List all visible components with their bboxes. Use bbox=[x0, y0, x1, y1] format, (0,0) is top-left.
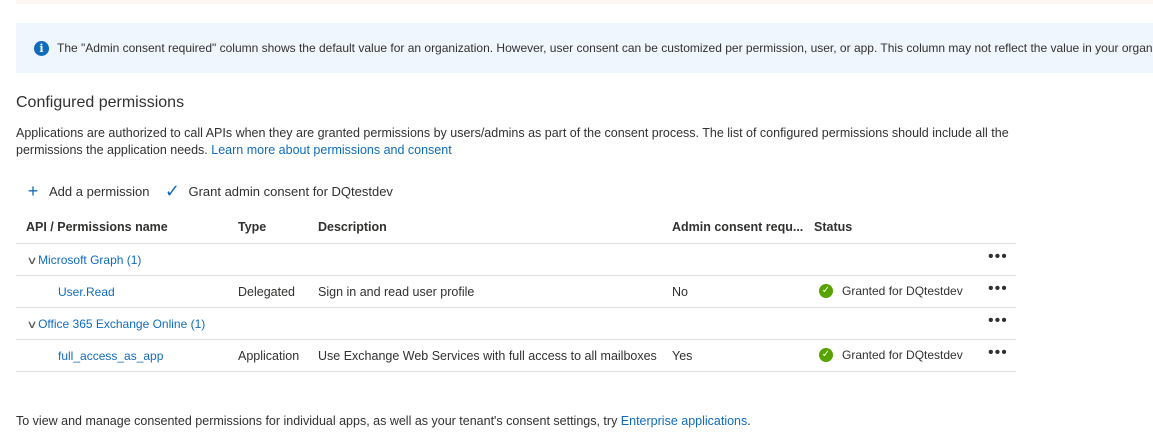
info-banner-text: The "Admin consent required" column show… bbox=[57, 41, 1153, 55]
chevron-down-icon: ∨ bbox=[26, 319, 38, 331]
section-description-text: Applications are authorized to call APIs… bbox=[16, 126, 1009, 157]
check-circle-icon: ✓ bbox=[819, 348, 833, 362]
add-permission-button[interactable]: + Add a permission bbox=[24, 181, 150, 201]
status-badge: ✓ Granted for DQtestdev bbox=[819, 284, 963, 298]
permissions-table: API / Permissions name Type Description … bbox=[16, 212, 1016, 372]
footer-note: To view and manage consented permissions… bbox=[16, 414, 751, 428]
group-name[interactable]: Microsoft Graph (1) bbox=[38, 253, 141, 267]
table-row: full_access_as_app Application Use Excha… bbox=[16, 340, 1016, 372]
group-row-office-365-exchange[interactable]: ∨Office 365 Exchange Online (1) ••• bbox=[16, 308, 1016, 340]
group-toggle[interactable]: ∨Office 365 Exchange Online (1) bbox=[26, 317, 205, 331]
permissions-toolbar: + Add a permission ✓ Grant admin consent… bbox=[24, 181, 407, 201]
footer-text: To view and manage consented permissions… bbox=[16, 414, 621, 428]
more-actions-icon[interactable]: ••• bbox=[988, 280, 1008, 298]
admin-consent-value: No bbox=[672, 285, 688, 299]
permission-description: Use Exchange Web Services with full acce… bbox=[318, 349, 657, 363]
table-header: API / Permissions name Type Description … bbox=[16, 212, 1016, 244]
group-toggle[interactable]: ∨Microsoft Graph (1) bbox=[26, 253, 141, 267]
header-description[interactable]: Description bbox=[318, 220, 387, 234]
admin-consent-value: Yes bbox=[672, 349, 693, 363]
group-row-microsoft-graph[interactable]: ∨Microsoft Graph (1) ••• bbox=[16, 244, 1016, 276]
permission-description: Sign in and read user profile bbox=[318, 285, 475, 299]
header-name[interactable]: API / Permissions name bbox=[26, 220, 168, 234]
permission-name-link[interactable]: User.Read bbox=[58, 285, 115, 299]
check-circle-icon: ✓ bbox=[819, 284, 833, 298]
header-admin-consent[interactable]: Admin consent requ... bbox=[672, 220, 803, 234]
section-title: Configured permissions bbox=[16, 94, 185, 111]
group-name[interactable]: Office 365 Exchange Online (1) bbox=[38, 317, 205, 331]
footer-end: . bbox=[747, 414, 751, 428]
status-badge: ✓ Granted for DQtestdev bbox=[819, 348, 963, 362]
plus-icon: + bbox=[27, 181, 39, 201]
header-type[interactable]: Type bbox=[238, 220, 266, 234]
grant-admin-consent-button[interactable]: ✓ Grant admin consent for DQtestdev bbox=[163, 181, 393, 201]
info-banner: i The "Admin consent required" column sh… bbox=[16, 23, 1153, 73]
enterprise-applications-link[interactable]: Enterprise applications bbox=[621, 414, 747, 428]
add-permission-label: Add a permission bbox=[49, 183, 150, 199]
checkmark-icon: ✓ bbox=[164, 181, 180, 201]
header-status[interactable]: Status bbox=[814, 220, 852, 234]
permission-type: Delegated bbox=[238, 285, 295, 299]
more-actions-icon[interactable]: ••• bbox=[988, 312, 1008, 330]
table-row: User.Read Delegated Sign in and read use… bbox=[16, 276, 1016, 308]
status-text: Granted for DQtestdev bbox=[842, 284, 963, 298]
permission-name-link[interactable]: full_access_as_app bbox=[58, 349, 163, 363]
permission-type: Application bbox=[238, 349, 300, 363]
section-description: Applications are authorized to call APIs… bbox=[16, 125, 1016, 159]
chevron-down-icon: ∨ bbox=[26, 255, 38, 267]
more-actions-icon[interactable]: ••• bbox=[988, 248, 1008, 266]
grant-admin-consent-label: Grant admin consent for DQtestdev bbox=[188, 183, 393, 199]
status-text: Granted for DQtestdev bbox=[842, 348, 963, 362]
warning-banner-edge bbox=[16, 0, 1153, 4]
learn-more-link[interactable]: Learn more about permissions and consent bbox=[211, 143, 451, 157]
info-icon: i bbox=[34, 41, 49, 56]
more-actions-icon[interactable]: ••• bbox=[988, 344, 1008, 362]
